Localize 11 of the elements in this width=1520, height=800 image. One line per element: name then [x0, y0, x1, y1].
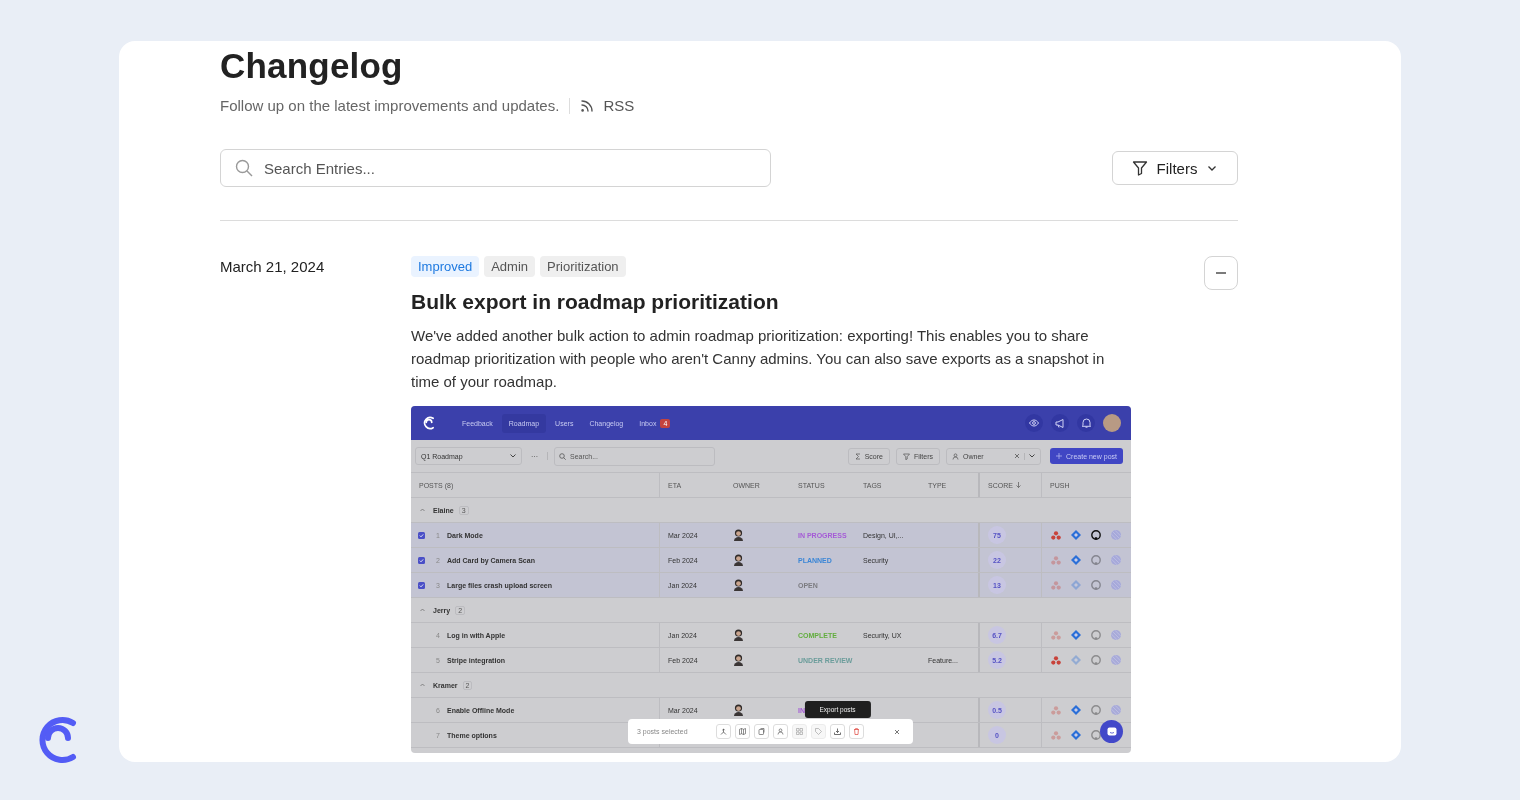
tag-label: Prioritization: [540, 256, 626, 277]
entry-date: March 21, 2024: [220, 257, 326, 277]
tag-label: Admin: [484, 256, 536, 277]
entry-body: We've added another bulk action to admin roadmap prioritization: exporting! This enables you to share roadmap prioritization with people who aren't Canny admins. You can also save exports as a snapshot in time of your roadmap.: [411, 326, 1106, 392]
rss-link[interactable]: RSS: [580, 97, 635, 114]
search-field[interactable]: Search Entries...: [220, 149, 771, 187]
page-subtitle: Follow up on the latest improvements and updates.: [220, 97, 560, 114]
tag-label: Improved: [411, 256, 480, 277]
entry-title: Bulk export in roadmap prioritization: [411, 289, 780, 315]
page-title: Changelog: [220, 45, 404, 87]
filters-button[interactable]: Filters: [1112, 151, 1238, 185]
